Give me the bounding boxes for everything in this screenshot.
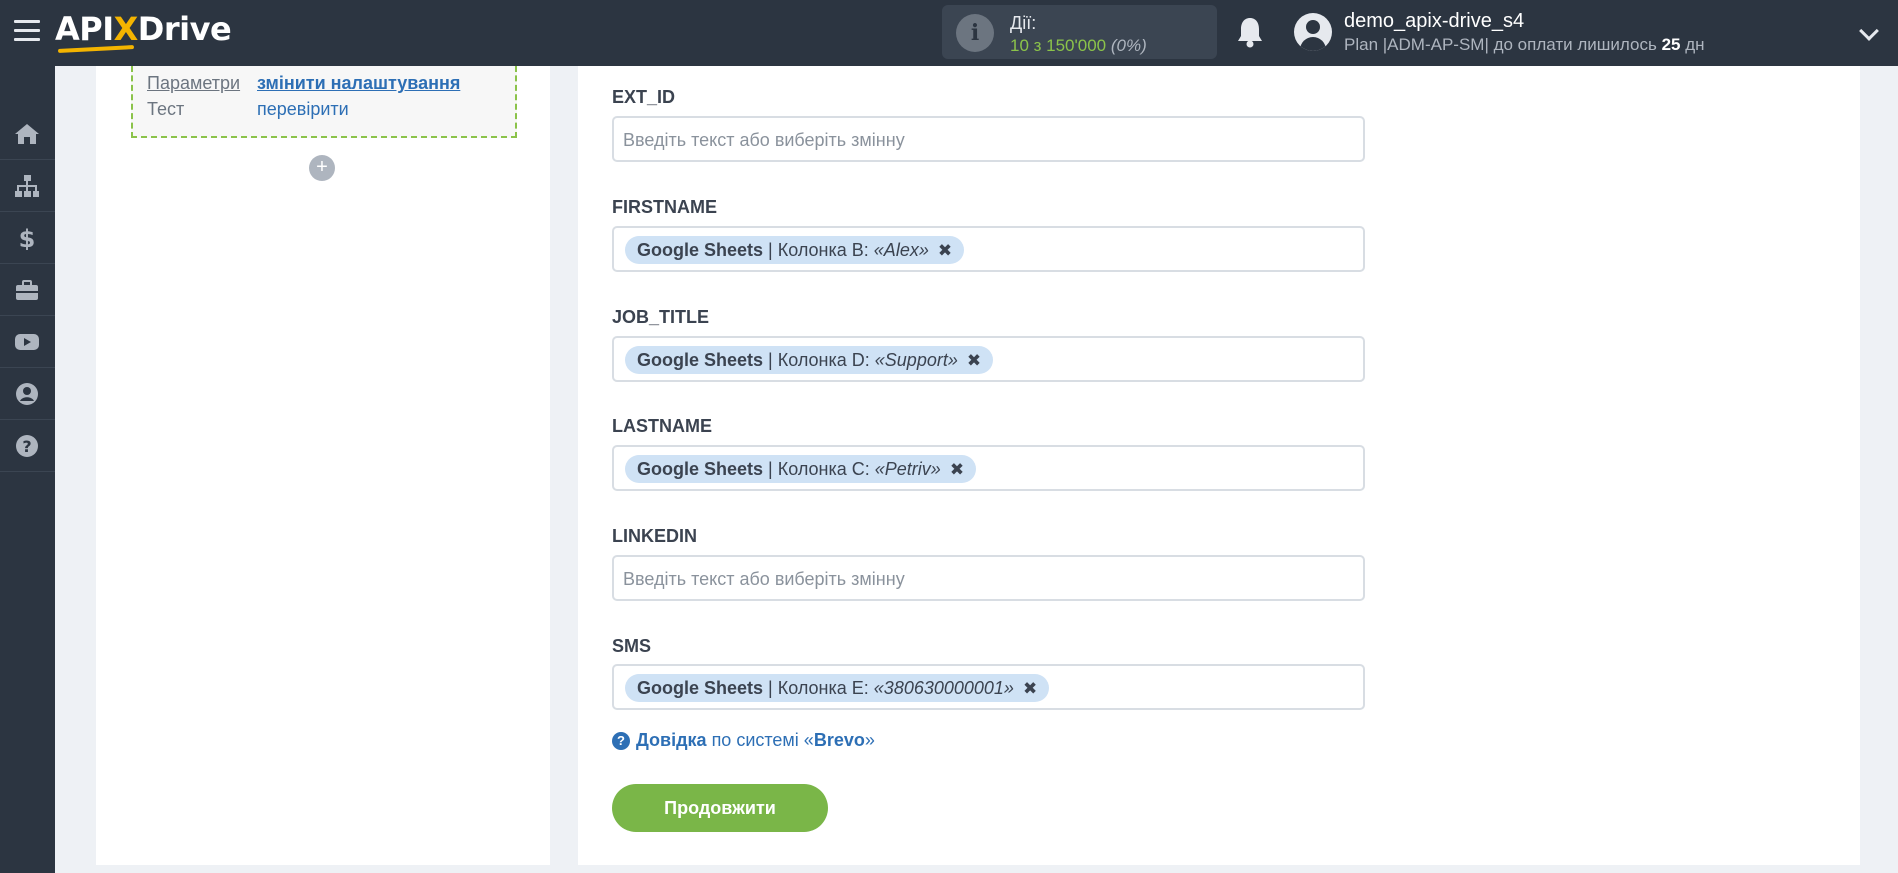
- variable-chip[interactable]: Google Sheets | Колонка B: «Alex» ✖: [625, 236, 965, 264]
- sitemap-icon: [15, 175, 39, 197]
- youtube-icon: [15, 334, 39, 350]
- sidebar-item-billing[interactable]: $: [0, 212, 55, 264]
- steps-panel: Параметри змінити налаштування Тест переві…: [96, 66, 550, 865]
- dollar-icon: $: [19, 226, 36, 250]
- linkedin-input[interactable]: Введіть текст або виберіть змінну: [612, 555, 1365, 601]
- top-bar: APIXDrive i Дії: 10 з 150'000 (0%) demo_…: [0, 0, 1898, 66]
- user-plan: Plan |ADM-AP-SM| до оплати лишилось 25 д…: [1344, 35, 1705, 54]
- menu-icon[interactable]: [14, 20, 40, 42]
- change-settings-link[interactable]: змінити налаштування: [257, 73, 460, 93]
- lastname-input[interactable]: Google Sheets | Колонка C: «Petriv» ✖: [612, 445, 1365, 491]
- params-label[interactable]: Параметри: [147, 73, 257, 94]
- params-row: Параметри змінити налаштування: [147, 73, 460, 94]
- sidebar-item-projects[interactable]: [0, 264, 55, 316]
- system-link[interactable]: Brevo: [814, 730, 865, 750]
- add-step-button[interactable]: +: [309, 155, 335, 181]
- user-circle-icon: [16, 383, 38, 405]
- linkedin-placeholder: Введіть текст або виберіть змінну: [623, 569, 905, 589]
- field-label-sms: SMS: [612, 636, 652, 656]
- remove-chip-icon[interactable]: ✖: [938, 241, 952, 260]
- variable-chip[interactable]: Google Sheets | Колонка D: «Support» ✖: [625, 346, 994, 374]
- field-mapping-form: EXT_ID Введіть текст або виберіть змінну…: [578, 66, 1860, 865]
- sidebar-item-help[interactable]: ?: [0, 420, 55, 472]
- info-icon: i: [956, 14, 994, 52]
- variable-chip[interactable]: Google Sheets | Колонка E: «380630000001…: [625, 674, 1050, 702]
- remove-chip-icon[interactable]: ✖: [950, 460, 964, 479]
- variable-chip[interactable]: Google Sheets | Колонка C: «Petriv» ✖: [625, 455, 977, 483]
- help-link[interactable]: Довідка: [636, 730, 707, 750]
- ext-id-input[interactable]: Введіть текст або виберіть змінну: [612, 116, 1365, 162]
- bell-icon[interactable]: [1236, 16, 1264, 48]
- check-link[interactable]: перевірити: [257, 99, 349, 119]
- job-title-input[interactable]: Google Sheets | Колонка D: «Support» ✖: [612, 336, 1365, 382]
- ext-id-placeholder: Введіть текст або виберіть змінну: [623, 130, 905, 150]
- field-label-lastname: LASTNAME: [612, 416, 712, 436]
- svg-text:?: ?: [22, 437, 31, 456]
- actions-title: Дії:: [1010, 13, 1037, 33]
- help-icon: ?: [16, 435, 38, 457]
- field-label-job-title: JOB_TITLE: [612, 307, 710, 327]
- actions-counter[interactable]: i Дії: 10 з 150'000 (0%): [942, 5, 1217, 59]
- sidebar-item-video[interactable]: [0, 316, 55, 368]
- remove-chip-icon[interactable]: ✖: [1023, 679, 1037, 698]
- svg-text:$: $: [19, 226, 36, 250]
- test-label: Тест: [147, 99, 185, 119]
- test-row: Тест перевірити: [147, 99, 349, 120]
- source-step-card: Параметри змінити налаштування Тест переві…: [131, 66, 517, 138]
- sidebar-item-profile[interactable]: [0, 368, 55, 420]
- sidebar: $ ?: [0, 66, 55, 873]
- sms-input[interactable]: Google Sheets | Колонка E: «380630000001…: [612, 664, 1365, 710]
- field-label-linkedin: LINKEDIN: [612, 526, 697, 546]
- user-name[interactable]: demo_apix-drive_s4: [1344, 10, 1524, 33]
- sidebar-item-home[interactable]: [0, 108, 55, 160]
- sidebar-item-structure[interactable]: [0, 160, 55, 212]
- question-circle-icon: ?: [612, 732, 630, 750]
- home-icon: [15, 124, 39, 144]
- continue-button[interactable]: Продовжити: [612, 784, 828, 832]
- actions-count: 10 з 150'000 (0%): [1010, 36, 1147, 55]
- briefcase-icon: [16, 280, 38, 300]
- help-reference: ? Довідка по системі «Brevo»: [612, 730, 875, 751]
- field-label-ext-id: EXT_ID: [612, 87, 676, 107]
- field-label-firstname: FIRSTNAME: [612, 197, 717, 217]
- chevron-down-icon[interactable]: [1859, 21, 1879, 41]
- avatar[interactable]: [1294, 13, 1332, 51]
- remove-chip-icon[interactable]: ✖: [967, 351, 981, 370]
- logo[interactable]: APIXDrive: [55, 10, 232, 48]
- firstname-input[interactable]: Google Sheets | Колонка B: «Alex» ✖: [612, 226, 1365, 272]
